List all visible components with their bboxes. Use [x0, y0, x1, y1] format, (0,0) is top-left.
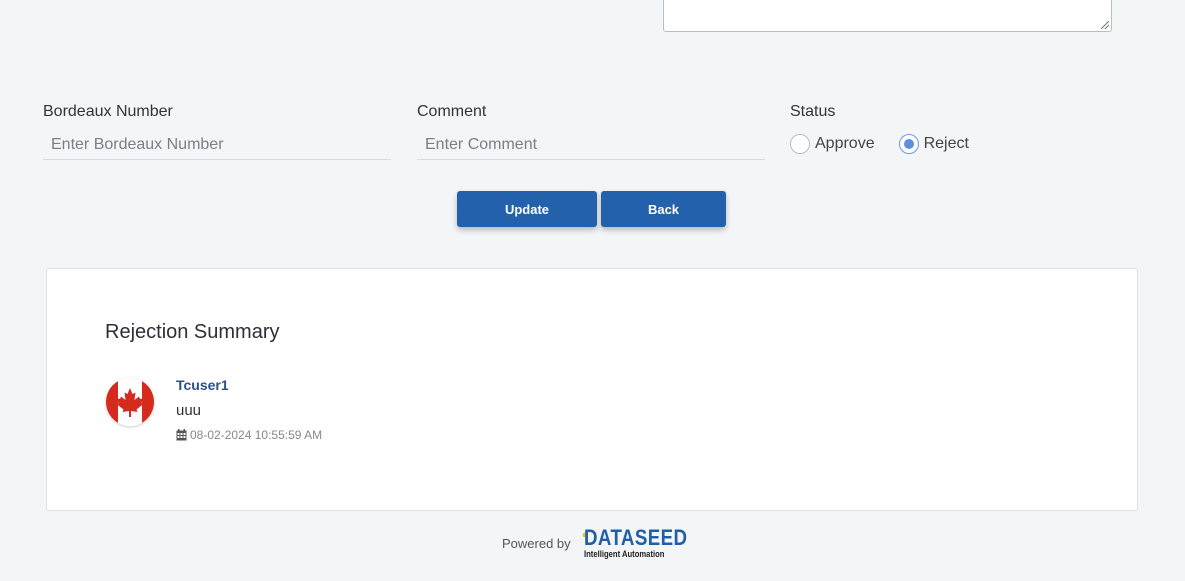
comment-text: uuu [176, 402, 202, 419]
canada-flag-icon [106, 378, 154, 426]
comment-field: Comment [417, 102, 765, 160]
radio-approve[interactable]: Approve [790, 134, 875, 154]
dataseed-logo: DATASEED Intelligent Automation [582, 525, 706, 559]
radio-reject-circle[interactable] [898, 134, 919, 154]
calendar-icon [176, 429, 187, 441]
status-label: Status [790, 103, 836, 120]
status-radio-group: Approve Reject [790, 133, 993, 155]
timestamp-text: 08-02-2024 10:55:59 AM [190, 428, 323, 442]
radio-reject-label[interactable]: Reject [924, 135, 969, 153]
bordeaux-label: Bordeaux Number [43, 103, 173, 120]
back-button[interactable]: Back [601, 191, 726, 227]
resize-grip-icon[interactable] [1101, 21, 1109, 29]
powered-by-text: Powered by [502, 535, 571, 551]
radio-approve-circle[interactable] [790, 134, 810, 154]
comment-timestamp: 08-02-2024 10:55:59 AM [176, 428, 322, 442]
bordeaux-field: Bordeaux Number [43, 102, 391, 160]
comment-label: Comment [417, 103, 487, 120]
summary-title: Rejection Summary [105, 321, 280, 343]
previous-textarea[interactable] [663, 0, 1112, 32]
brand-tagline: Intelligent Automation [583, 549, 665, 559]
status-field: Status [790, 102, 835, 122]
bordeaux-input[interactable] [43, 130, 391, 160]
rejection-summary-card: Rejection Summary Tcuser1 uuu 08-02-2024… [46, 268, 1138, 511]
radio-approve-label[interactable]: Approve [815, 135, 875, 153]
comment-username[interactable]: Tcuser1 [176, 377, 229, 393]
radio-reject[interactable]: Reject [898, 134, 969, 154]
footer: Powered by DATASEED Intelligent Automati… [502, 527, 705, 559]
update-button[interactable]: Update [457, 191, 597, 227]
brand-name: DATASEED [583, 525, 688, 550]
comment-input[interactable] [417, 130, 765, 160]
